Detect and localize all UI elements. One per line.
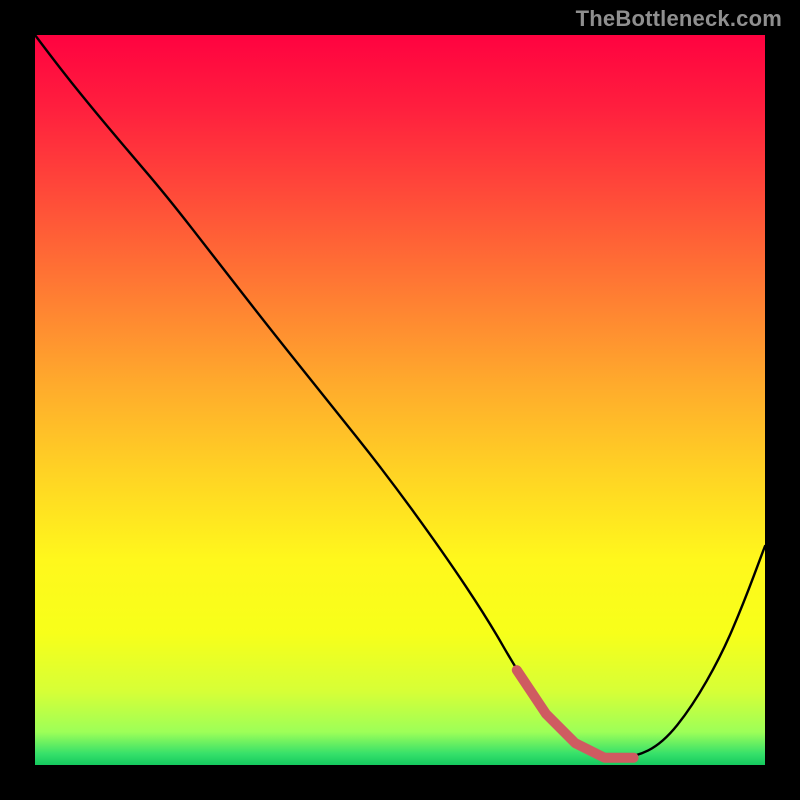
watermark-text: TheBottleneck.com: [576, 6, 782, 32]
chart-frame: TheBottleneck.com: [0, 0, 800, 800]
chart-svg: [35, 35, 765, 765]
plot-area: [35, 35, 765, 765]
gradient-background: [35, 35, 765, 765]
